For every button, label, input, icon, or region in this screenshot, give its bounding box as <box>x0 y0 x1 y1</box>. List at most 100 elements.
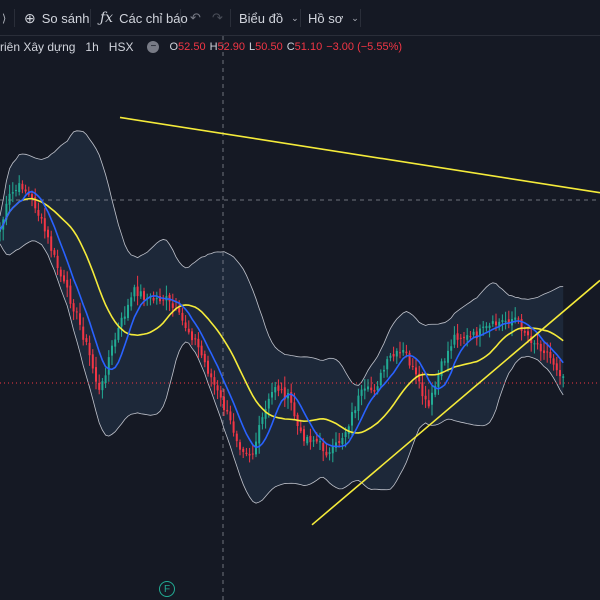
candle-body <box>107 357 110 375</box>
candle-body <box>341 437 344 445</box>
candle-body <box>184 322 187 329</box>
candle-body <box>95 367 97 382</box>
candle-body <box>523 331 526 333</box>
close-value: 51.10 <box>294 41 323 53</box>
candle-body <box>31 194 33 199</box>
candle-body <box>312 440 315 442</box>
chevron-fragment-icon[interactable]: ⟩ <box>2 0 6 36</box>
candle-body <box>232 421 235 433</box>
candle-body <box>50 236 53 251</box>
price-chart[interactable] <box>0 0 600 600</box>
candle-body <box>299 427 302 432</box>
candle-body <box>344 432 347 437</box>
candle-body <box>280 389 283 391</box>
candle-body <box>504 320 507 322</box>
candle-body <box>203 353 206 363</box>
candle-body <box>21 183 24 190</box>
indicators-button[interactable]: ƒx Các chỉ báo <box>100 0 188 36</box>
candle-body <box>443 361 446 363</box>
open-key: O <box>169 41 179 53</box>
candle-body <box>101 381 104 391</box>
candle-body <box>191 331 193 341</box>
redo-icon: ↷ <box>212 10 223 25</box>
candle-body <box>143 291 145 300</box>
candle-body <box>200 345 203 356</box>
candle-body <box>488 325 491 329</box>
candle-body <box>293 402 296 417</box>
low-value: 50.50 <box>255 41 283 53</box>
interval-label[interactable]: 1h <box>85 40 98 54</box>
candle-body <box>466 335 469 340</box>
symbol-name[interactable]: riên Xây dựng <box>0 40 75 54</box>
candle-body <box>197 338 200 348</box>
chart-menu-button[interactable]: Biểu đồ ⌄ <box>239 0 299 36</box>
candle-body <box>354 410 357 414</box>
candle-body <box>248 453 251 456</box>
top-toolbar: ⟩ ⊕ So sánh ƒx Các chỉ báo ↶ ↷ Biểu đồ ⌄… <box>0 0 600 36</box>
candle-body <box>533 343 536 345</box>
candle-body <box>539 343 542 352</box>
candle-body <box>376 386 379 391</box>
candle-body <box>251 453 254 455</box>
candle-body <box>117 327 120 340</box>
candle-body <box>88 342 91 356</box>
candle-body <box>463 336 465 339</box>
change-value: −3.00 (−5.55%) <box>326 41 403 53</box>
compare-button[interactable]: ⊕ So sánh <box>24 0 89 36</box>
candle-body <box>79 313 81 325</box>
candle-body <box>111 345 113 356</box>
candle-body <box>399 352 401 354</box>
exchange-label: HSX <box>108 40 134 54</box>
toolbar-divider <box>230 9 231 27</box>
candle-body <box>242 448 245 452</box>
collapse-icon[interactable]: − <box>147 41 160 53</box>
undo-button[interactable]: ↶ <box>190 0 201 36</box>
function-icon: ƒx <box>100 10 114 26</box>
event-marker-f[interactable]: F <box>159 581 175 597</box>
candle-body <box>8 193 11 205</box>
candle-body <box>127 304 129 318</box>
symbol-legend: riên Xây dựng 1h HSX − O 52.50 H 52.90 L 50… <box>0 38 406 56</box>
candle-body <box>194 338 197 340</box>
candle-body <box>82 326 85 340</box>
candle-body <box>277 385 280 391</box>
candle-body <box>136 286 139 296</box>
candle-body <box>168 294 171 302</box>
candle-body <box>258 425 261 444</box>
candle-body <box>319 441 321 443</box>
candle-body <box>24 189 27 192</box>
candle-body <box>536 343 539 345</box>
candle-body <box>56 255 59 269</box>
candle-body <box>245 452 248 454</box>
candle-body <box>47 229 49 238</box>
undo-icon: ↶ <box>190 10 201 25</box>
redo-button[interactable]: ↷ <box>212 0 223 36</box>
candle-body <box>360 389 363 396</box>
candle-body <box>18 183 21 193</box>
candle-body <box>43 218 46 232</box>
candle-body <box>120 317 123 327</box>
candle-body <box>543 350 545 354</box>
candle-body <box>303 429 305 442</box>
candle-body <box>133 287 136 297</box>
candle-body <box>402 350 405 353</box>
candle-body <box>351 412 353 426</box>
toolbar-divider <box>14 9 15 27</box>
candle-body <box>549 351 552 358</box>
candle-body <box>469 336 472 338</box>
candle-body <box>72 303 75 312</box>
candle-body <box>15 190 17 192</box>
profile-menu-button[interactable]: Hồ sơ ⌄ <box>308 0 359 36</box>
candle-body <box>229 411 232 421</box>
candle-body <box>66 279 69 288</box>
candle-body <box>546 351 549 353</box>
candle-body <box>322 443 325 452</box>
candle-body <box>85 338 88 342</box>
candle-body <box>114 339 117 347</box>
candle-body <box>373 390 376 392</box>
candle-body <box>437 374 440 387</box>
profile-menu-label: Hồ sơ <box>308 10 344 26</box>
candle-body <box>555 363 558 371</box>
candle-body <box>325 451 328 456</box>
candle-body <box>223 396 225 411</box>
